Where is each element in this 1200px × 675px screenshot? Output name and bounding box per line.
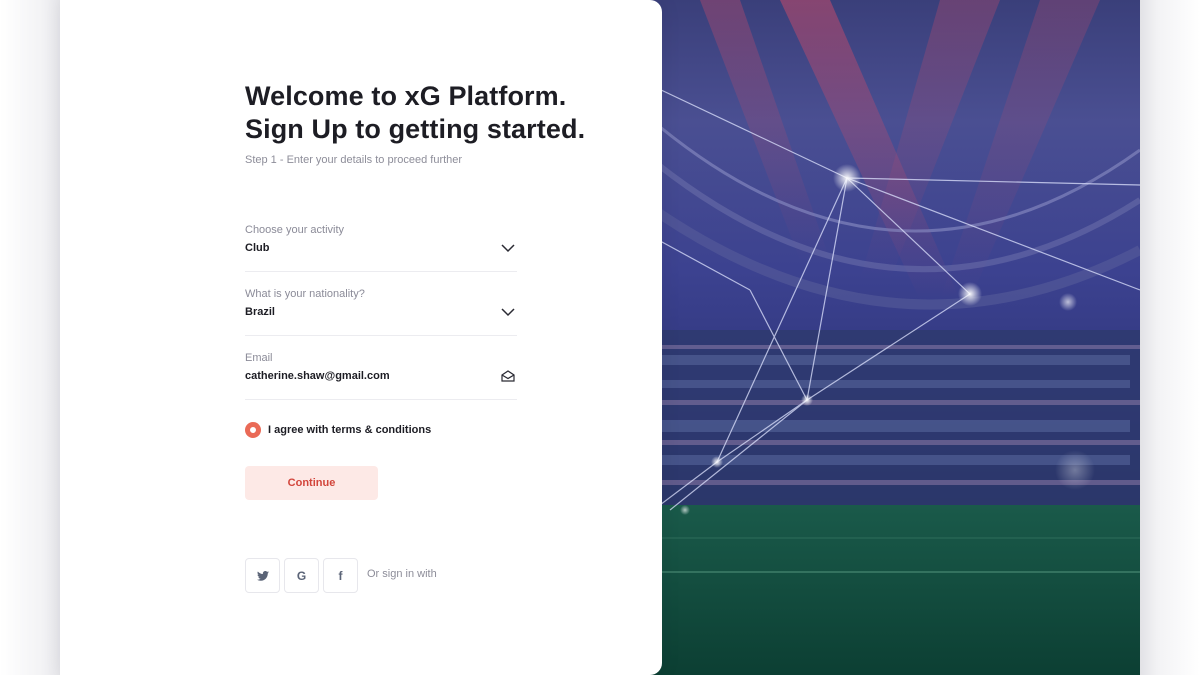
- terms-label: I agree with terms & conditions: [268, 424, 432, 436]
- nationality-label: What is your nationality?: [245, 288, 365, 300]
- activity-value: Club: [245, 242, 270, 254]
- right-margin: [1140, 0, 1200, 675]
- facebook-signin-button[interactable]: f: [323, 558, 358, 593]
- social-signin-text: Or sign in with: [367, 568, 437, 580]
- nationality-value: Brazil: [245, 306, 275, 318]
- facebook-icon: f: [338, 568, 343, 583]
- title-line-1: Welcome to xG Platform.: [245, 81, 567, 111]
- left-margin: [0, 0, 60, 675]
- google-signin-button[interactable]: G: [284, 558, 319, 593]
- twitter-icon: [256, 570, 269, 581]
- activity-select[interactable]: Choose your activity Club: [245, 224, 517, 272]
- email-value: catherine.shaw@gmail.com: [245, 370, 390, 382]
- nationality-select[interactable]: What is your nationality? Brazil: [245, 288, 517, 336]
- terms-radio[interactable]: [245, 422, 261, 438]
- title-line-2: Sign Up to getting started.: [245, 114, 586, 144]
- twitter-signin-button[interactable]: [245, 558, 280, 593]
- chevron-down-icon: [501, 308, 515, 317]
- mail-open-icon: [501, 370, 515, 382]
- continue-button[interactable]: Continue: [245, 466, 378, 500]
- activity-label: Choose your activity: [245, 224, 345, 236]
- step-subtitle: Step 1 - Enter your details to proceed f…: [245, 154, 463, 166]
- google-icon: G: [296, 568, 307, 583]
- email-field[interactable]: Email catherine.shaw@gmail.com: [245, 352, 517, 400]
- page-title: Welcome to xG Platform. Sign Up to getti…: [245, 80, 625, 146]
- stadium-hero-image: [640, 0, 1140, 675]
- email-label: Email: [245, 352, 273, 364]
- chevron-down-icon: [501, 244, 515, 253]
- radio-dot: [250, 427, 256, 433]
- terms-agreement[interactable]: I agree with terms & conditions: [245, 421, 431, 439]
